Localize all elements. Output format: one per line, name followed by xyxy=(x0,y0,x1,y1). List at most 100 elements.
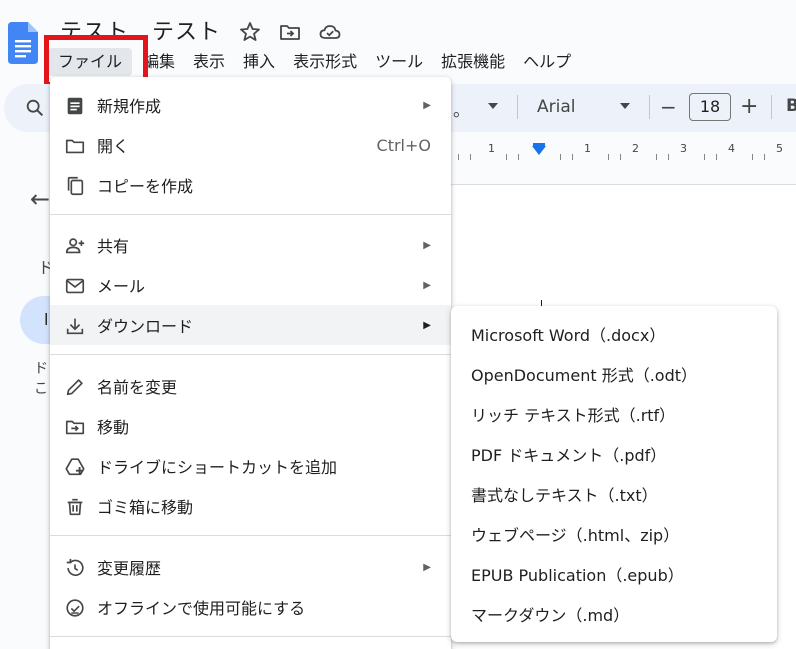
download-txt[interactable]: 書式なしテキスト（.txt） xyxy=(451,474,777,514)
docs-logo-icon[interactable] xyxy=(8,22,38,64)
ruler-tick xyxy=(668,154,669,160)
menu-item-label: 開く xyxy=(97,137,130,156)
move-folder-icon xyxy=(65,420,85,435)
toolbar-divider xyxy=(517,95,518,119)
outline-text-fragment: こ xyxy=(34,381,48,397)
menu-item-label: 移動 xyxy=(97,418,130,437)
trash-icon xyxy=(67,498,83,516)
ruler-tick xyxy=(506,154,507,160)
ruler-number: 1 xyxy=(584,142,591,155)
bold-button[interactable]: B xyxy=(786,96,796,116)
outline-text-fragment: l xyxy=(44,310,49,329)
ruler-tick xyxy=(560,154,561,160)
submenu-arrow-icon: ▶ xyxy=(423,319,431,331)
person-add-icon xyxy=(65,238,85,254)
ruler-number: 1 xyxy=(488,142,495,155)
font-size-input[interactable]: 18 xyxy=(689,93,731,121)
ruler-tick xyxy=(656,154,657,160)
outline-text-fragment: ド xyxy=(34,361,48,377)
document-icon xyxy=(67,97,83,115)
submenu-arrow-icon: ▶ xyxy=(423,99,431,111)
menu-item-label: 変更履歴 xyxy=(97,559,162,578)
download-rtf[interactable]: リッチ テキスト形式（.rtf） xyxy=(451,394,777,434)
download-odt[interactable]: OpenDocument 形式（.odt） xyxy=(451,354,777,394)
download-docx[interactable]: Microsoft Word（.docx） xyxy=(451,314,777,354)
shortcut-label: Ctrl+O xyxy=(376,135,431,155)
menu-divider xyxy=(50,636,451,637)
menu-item-label: ドライブにショートカットを追加 xyxy=(97,458,338,477)
file-menu-add-shortcut[interactable]: ドライブにショートカットを追加 xyxy=(50,446,451,486)
move-folder-icon[interactable] xyxy=(278,20,302,44)
submenu-arrow-icon: ▶ xyxy=(423,279,431,291)
download-md[interactable]: マークダウン（.md） xyxy=(451,594,777,634)
menu-item-label: 名前を変更 xyxy=(97,378,178,397)
document-outline-panel xyxy=(0,165,50,649)
menu-item-label: ゴミ箱に移動 xyxy=(97,498,194,517)
file-menu-move[interactable]: 移動 xyxy=(50,406,451,446)
file-menu-share[interactable]: 共有 ▶ xyxy=(50,225,451,265)
download-submenu: Microsoft Word（.docx） OpenDocument 形式（.o… xyxy=(451,306,777,642)
offline-check-icon xyxy=(66,599,84,617)
menu-divider xyxy=(50,214,451,215)
paragraph-style-dropdown[interactable]: 。 xyxy=(453,96,470,121)
file-menu-make-offline[interactable]: オフラインで使用可能にする xyxy=(50,587,451,627)
mail-icon xyxy=(65,278,85,294)
ruler-tick xyxy=(608,154,609,160)
ruler-tick xyxy=(704,154,705,160)
star-icon[interactable] xyxy=(238,20,262,44)
menu-view[interactable]: 表示 xyxy=(184,48,234,76)
ruler-indent-marker[interactable] xyxy=(532,146,546,155)
file-menu-download[interactable]: ダウンロード ▶ xyxy=(50,305,451,345)
pencil-icon xyxy=(66,379,83,396)
ruler-tick xyxy=(458,154,459,160)
ruler-number: 3 xyxy=(680,142,687,155)
folder-icon xyxy=(65,139,85,154)
file-menu-new[interactable]: 新規作成 ▶ xyxy=(50,85,451,125)
menu-item-label: コピーを作成 xyxy=(97,177,194,196)
file-menu-rename[interactable]: 名前を変更 xyxy=(50,366,451,406)
menu-tools[interactable]: ツール xyxy=(366,48,432,76)
ruler-number: 4 xyxy=(728,142,735,155)
ruler-tick xyxy=(752,154,753,160)
ruler-number: 5 xyxy=(776,142,783,155)
menu-divider xyxy=(50,354,451,355)
cloud-saved-icon[interactable] xyxy=(318,20,342,44)
download-epub[interactable]: EPUB Publication（.epub） xyxy=(451,554,777,594)
toolbar-divider xyxy=(771,95,772,119)
download-icon xyxy=(66,318,84,335)
menu-format[interactable]: 表示形式 xyxy=(284,48,366,76)
drive-shortcut-icon xyxy=(65,458,85,476)
menu-item-label: ダウンロード xyxy=(97,317,194,336)
decrease-font-size-button[interactable]: − xyxy=(660,95,677,119)
increase-font-size-button[interactable]: + xyxy=(740,94,758,119)
menu-insert[interactable]: 挿入 xyxy=(234,48,284,76)
menu-help[interactable]: ヘルプ xyxy=(514,48,580,76)
menu-item-label: 共有 xyxy=(97,237,130,256)
ruler-tick xyxy=(620,154,621,160)
chevron-down-icon[interactable] xyxy=(486,101,500,111)
history-icon xyxy=(66,558,84,576)
file-menu: 新規作成 ▶ 開く Ctrl+O コピーを作成 共有 ▶ メール ▶ ダウンロー… xyxy=(50,77,451,649)
menu-divider xyxy=(50,535,451,536)
menu-item-label: メール xyxy=(97,277,146,296)
submenu-arrow-icon: ▶ xyxy=(423,561,431,573)
file-menu-email[interactable]: メール ▶ xyxy=(50,265,451,305)
file-menu-open[interactable]: 開く Ctrl+O xyxy=(50,125,451,165)
file-menu-trash[interactable]: ゴミ箱に移動 xyxy=(50,486,451,526)
download-pdf[interactable]: PDF ドキュメント（.pdf） xyxy=(451,434,777,474)
menu-extensions[interactable]: 拡張機能 xyxy=(432,48,514,76)
search-menus-icon[interactable] xyxy=(24,97,46,119)
ruler-tick xyxy=(470,154,471,160)
ruler-tick xyxy=(572,154,573,160)
download-html[interactable]: ウェブページ（.html、zip） xyxy=(451,514,777,554)
file-menu-version-history[interactable]: 変更履歴 ▶ xyxy=(50,547,451,587)
ruler-tick xyxy=(764,154,765,160)
font-name-dropdown[interactable]: Arial xyxy=(537,97,575,117)
menu-item-label: 新規作成 xyxy=(97,97,162,116)
menu-item-label: オフラインで使用可能にする xyxy=(97,599,306,618)
chevron-down-icon[interactable] xyxy=(618,101,632,111)
file-menu-make-copy[interactable]: コピーを作成 xyxy=(50,165,451,205)
ruler-tick xyxy=(716,154,717,160)
toolbar-divider xyxy=(649,95,650,119)
back-arrow-icon[interactable]: ← xyxy=(30,185,50,213)
